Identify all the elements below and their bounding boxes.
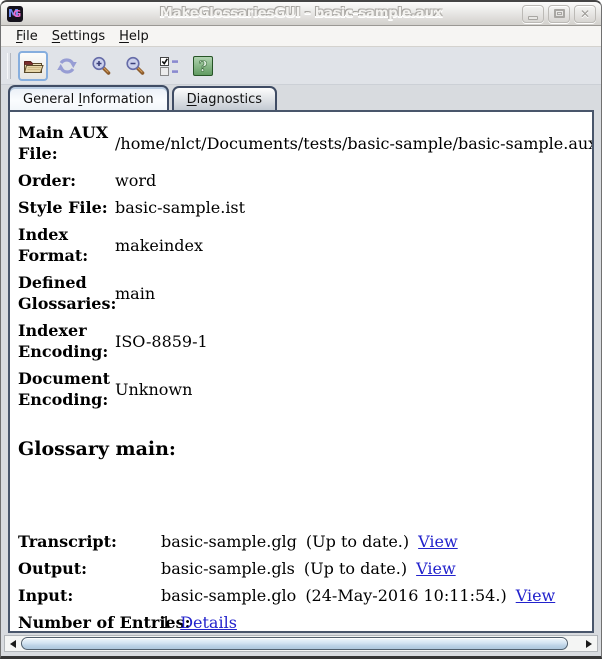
field-value: makeindex — [115, 235, 204, 255]
field-row-order: Order: word — [18, 170, 588, 191]
field-row-indexer-encoding: Indexer Encoding: ISO-8859-1 — [18, 320, 588, 362]
field-label: Index Format: — [18, 225, 89, 265]
field-label: Indexer Encoding: — [18, 321, 109, 361]
zoom-out-button[interactable] — [120, 51, 150, 81]
field-value: /home/nlct/Documents/tests/basic-sample/… — [115, 133, 594, 153]
logo-letter-g: G — [13, 8, 22, 20]
general-information-panel: Main AUX File: /home/nlct/Documents/test… — [8, 110, 594, 633]
scroll-left-button[interactable] — [5, 636, 21, 651]
field-label: Main AUX File: — [18, 123, 109, 163]
close-button[interactable]: ✕ — [574, 4, 596, 23]
open-button[interactable] — [18, 50, 48, 81]
details-link[interactable]: Details — [180, 612, 237, 631]
toolbar-drag-handle[interactable] — [7, 52, 11, 79]
zoom-in-button[interactable] — [86, 51, 116, 81]
tab-diagnostics[interactable]: Diagnostics — [171, 86, 278, 110]
select-entries-icon — [160, 56, 178, 76]
close-icon: ✕ — [579, 6, 591, 21]
field-value: ISO-8859-1 — [115, 331, 208, 351]
window-controls: ✕ — [522, 4, 596, 23]
zoom-out-icon — [126, 56, 145, 75]
right-arrow-icon — [586, 639, 592, 648]
glossary-row-output: Output: basic-sample.gls (Up to date.) V… — [18, 558, 456, 579]
field-value: main — [115, 283, 156, 303]
minimize-icon — [528, 15, 538, 20]
reload-button[interactable] — [52, 51, 82, 81]
view-transcript-link[interactable]: View — [418, 531, 458, 552]
glossary-heading: Glossary main: — [18, 438, 176, 460]
field-row-defined-glossaries: Defined Glossaries: main — [18, 272, 588, 314]
tab-general-information[interactable]: General Information — [8, 85, 169, 110]
field-value: Unknown — [115, 379, 193, 399]
select-entries-button[interactable] — [154, 51, 184, 81]
field-value: basic-sample.ist — [115, 198, 246, 217]
view-output-link[interactable]: View — [416, 558, 456, 579]
menu-file[interactable]: File — [9, 27, 45, 46]
help-icon: ? — [193, 55, 213, 76]
field-row-style-file: Style File: basic-sample.ist — [18, 197, 588, 218]
field-row-main-aux-file: Main AUX File: /home/nlct/Documents/test… — [18, 122, 592, 164]
reload-icon — [57, 57, 77, 74]
glossary-row-input: Input: basic-sample.glo (24-May-2016 10:… — [18, 585, 556, 606]
zoom-in-icon — [92, 56, 111, 75]
field-label: Style File: — [18, 198, 108, 217]
help-button[interactable]: ? — [188, 51, 218, 81]
window-logo-icon[interactable]: M G — [7, 5, 23, 22]
scrollbar-thumb[interactable] — [21, 637, 568, 650]
field-value: word — [115, 171, 157, 190]
field-row-index-format: Index Format: makeindex — [18, 224, 588, 266]
field-label: Defined Glossaries: — [18, 273, 117, 313]
menu-settings[interactable]: Settings — [45, 27, 112, 46]
toolbar: ? — [1, 47, 601, 85]
open-folder-icon — [23, 60, 44, 73]
glossary-row-transcript: Transcript: basic-sample.glg (Up to date… — [18, 531, 458, 552]
maximize-icon — [553, 9, 565, 18]
field-row-document-encoding: Document Encoding: Unknown — [18, 368, 588, 410]
titlebar: M G MakeGlossariesGUI - basic-sample.aux… — [1, 2, 601, 26]
svg-text:?: ? — [199, 57, 208, 75]
scroll-right-button[interactable] — [581, 636, 597, 651]
view-input-link[interactable]: View — [516, 585, 556, 606]
tabbar: General Information Diagnostics — [1, 85, 601, 110]
field-label: Document Encoding: — [18, 369, 111, 409]
glossary-file-rows: Transcript: basic-sample.glg (Up to date… — [18, 531, 588, 632]
window-title: MakeGlossariesGUI - basic-sample.aux — [159, 6, 443, 21]
menubar: File Settings Help — [1, 26, 601, 47]
menu-help[interactable]: Help — [112, 27, 156, 46]
app-window: M G MakeGlossariesGUI - basic-sample.aux… — [0, 0, 602, 659]
field-label: Order: — [18, 171, 77, 190]
glossary-row-entries: Number of Entries: 1 Details — [18, 612, 237, 632]
horizontal-scrollbar — [4, 635, 598, 652]
maximize-button[interactable] — [548, 4, 570, 23]
left-arrow-icon — [10, 639, 16, 648]
minimize-button[interactable] — [522, 4, 544, 23]
